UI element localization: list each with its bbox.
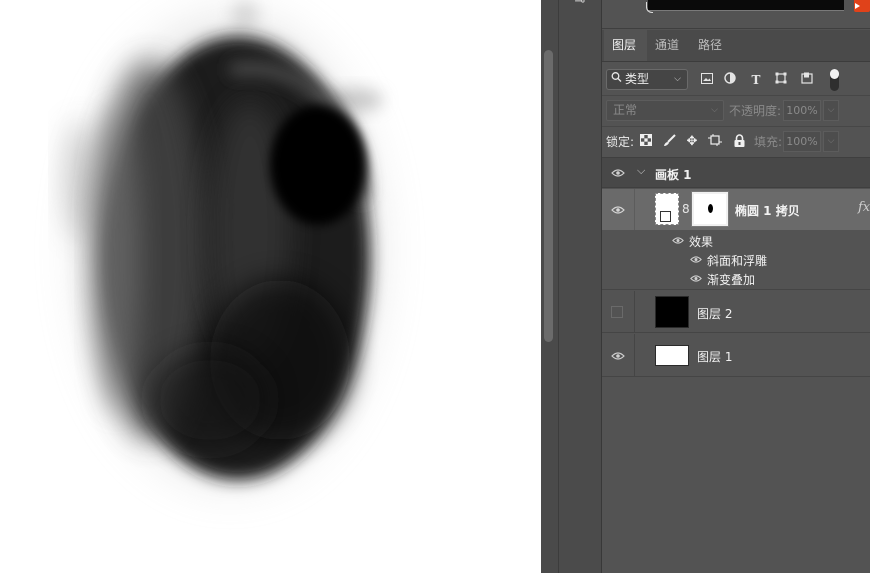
layer-thumbnail[interactable] (655, 345, 689, 366)
adjustment-filter-icon[interactable] (722, 72, 738, 88)
artwork-blurred-ellipse (64, 1, 383, 485)
visibility-eye-icon (690, 275, 702, 282)
mask-ellipse-mark (708, 204, 713, 213)
layers-panel: 图层 通道 路径 类型 ⌵ T 正常 ⌵ 不透明度: 100% ⌵ 锁定: ✥ … (602, 0, 870, 573)
blend-row: 正常 ⌵ 不透明度: 100% ⌵ (602, 96, 870, 127)
visibility-eye-icon[interactable] (611, 351, 625, 361)
tab-channels[interactable]: 通道 (647, 30, 690, 61)
lock-all-icon[interactable] (731, 134, 747, 150)
canvas-scrollbar[interactable] (541, 0, 559, 573)
panel-tabs: 图层 通道 路径 (602, 30, 870, 62)
fill-input[interactable]: 100% (783, 131, 821, 152)
visibility-eye-icon[interactable] (611, 205, 625, 215)
opacity-input[interactable]: 100% (783, 100, 821, 121)
visibility-eye-icon (672, 237, 684, 244)
filter-toggle-switch[interactable] (830, 69, 839, 91)
chevron-down-icon: ⌵ (674, 74, 681, 84)
fill-label: 填充: (754, 135, 783, 149)
gradient-strip (602, 0, 870, 29)
lock-row: 锁定: ✥ 填充: 100% ⌵ (602, 127, 870, 158)
gradient-preview[interactable] (648, 0, 844, 11)
fill-slider-toggle[interactable]: ⌵ (823, 131, 839, 152)
effects-label: 效果 (689, 235, 714, 249)
chevron-down-icon: ⌵ (711, 105, 718, 115)
scrollbar-thumb[interactable] (544, 50, 553, 342)
opacity-slider-toggle[interactable]: ⌵ (823, 100, 839, 121)
effect-name: 斜面和浮雕 (707, 254, 768, 268)
layer-name: 椭圆 1 拷贝 (735, 204, 800, 218)
vector-mask-thumbnail[interactable] (691, 191, 729, 227)
search-icon (611, 70, 622, 89)
layer-row-layer-2[interactable]: 图层 2 (602, 291, 870, 333)
lock-position-icon[interactable]: ✥ (684, 134, 700, 150)
opacity-label: 不透明度: (729, 104, 782, 118)
smart-object-filter-icon[interactable] (799, 72, 815, 88)
layer-row-ellipse-copy[interactable]: 8 椭圆 1 拷贝 fx (602, 189, 870, 230)
visibility-separator (634, 291, 635, 332)
visibility-toggle-off[interactable] (611, 306, 623, 318)
lock-image-pixels-icon[interactable] (661, 134, 677, 150)
fx-icon[interactable]: fx (858, 200, 870, 215)
type-filter-icon[interactable]: T (748, 72, 764, 88)
blend-mode-select[interactable]: 正常 ⌵ (606, 100, 724, 121)
layer-thumbnail[interactable] (655, 193, 679, 225)
layer-filter-row: 类型 ⌵ T (602, 62, 870, 96)
tab-paths[interactable]: 路径 (690, 30, 733, 61)
layer-name: 图层 2 (697, 307, 733, 321)
link-icon[interactable]: 8 (682, 202, 690, 216)
color-swatch[interactable] (854, 0, 870, 12)
filter-kind-label: 类型 (625, 72, 650, 86)
lock-artboard-icon[interactable] (707, 134, 723, 150)
lock-transparent-pixels-icon[interactable] (638, 134, 654, 150)
vector-shape-icon (660, 211, 671, 222)
panel-empty-area[interactable] (602, 377, 603, 573)
group-name: 画板 1 (655, 168, 692, 182)
layer-group-row[interactable]: ⌵ 画板 1 (602, 158, 870, 188)
filter-kind-select[interactable]: 类型 ⌵ (606, 69, 688, 90)
chevron-down-icon[interactable]: ⌵ (637, 164, 645, 178)
layer-name: 图层 1 (697, 350, 733, 364)
layer-effects-list: 效果 斜面和浮雕 渐变叠加 (602, 230, 870, 290)
panel-dock-column: ⊸ (559, 0, 602, 573)
blend-mode-value: 正常 (613, 103, 638, 117)
effect-name: 渐变叠加 (707, 273, 756, 287)
gradient-stop-handle[interactable] (646, 2, 653, 13)
tab-layers[interactable]: 图层 (604, 30, 647, 61)
visibility-eye-icon (690, 256, 702, 263)
visibility-separator (634, 334, 635, 376)
layer-row-layer-1[interactable]: 图层 1 (602, 334, 870, 377)
shape-filter-icon[interactable] (773, 72, 789, 88)
lock-label: 锁定: (606, 135, 635, 149)
adjustments-icon[interactable]: ⊸ (569, 0, 591, 12)
visibility-eye-icon[interactable] (611, 168, 625, 178)
layer-thumbnail[interactable] (655, 296, 689, 328)
image-filter-icon[interactable] (699, 72, 715, 88)
visibility-separator (634, 189, 635, 230)
document-canvas[interactable] (0, 0, 541, 573)
